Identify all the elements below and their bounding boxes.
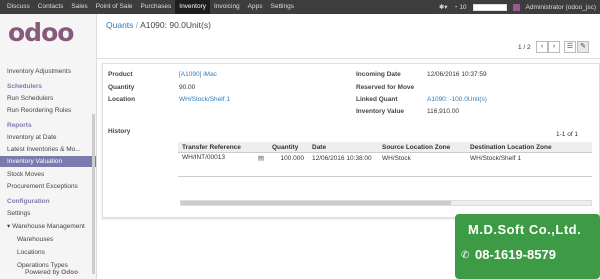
pager-previous-button[interactable]: ‹ (536, 41, 548, 53)
col-quantity[interactable]: Quantity (268, 142, 308, 153)
cell-quantity: 100.000 (280, 154, 305, 162)
sidebar-item-latest-inventories[interactable]: Latest Inventories & Mo... (0, 144, 96, 155)
breadcrumb-separator: / (135, 20, 139, 30)
sidebar-head-schedulers: Schedulers (7, 83, 43, 90)
scrollbar-thumb[interactable] (181, 201, 451, 205)
sidebar-item-settings[interactable]: Settings (0, 208, 96, 219)
sidebar-item-inventory-adjustments[interactable]: Inventory Adjustments (0, 66, 96, 77)
incoming-date-label: Incoming Date (356, 71, 401, 78)
menu-purchases[interactable]: Purchases (137, 0, 176, 14)
chat-icon[interactable]: ◔ 10 (454, 4, 467, 11)
linked-quant-label: Linked Quant (356, 96, 398, 103)
horizontal-scrollbar[interactable] (180, 200, 592, 206)
powered-by-brand[interactable]: Odoo (61, 269, 78, 276)
phone-icon: ✆ (461, 250, 470, 261)
menu-inventory[interactable]: Inventory (175, 0, 211, 14)
breadcrumb: Quants / A1090: 90.0Unit(s) (106, 20, 211, 30)
main-menu: Discuss Contacts Sales Point of Sale Pur… (3, 0, 298, 14)
pager-value[interactable]: 1 / 2 (518, 44, 531, 51)
user-menu[interactable]: Administrator (odoo_jsc) (526, 4, 596, 11)
quantity-label: Quantity (108, 84, 135, 91)
menu-apps[interactable]: Apps (244, 0, 267, 14)
history-label: History (108, 128, 131, 135)
sidebar-item-procurement-exceptions[interactable]: Procurement Exceptions (0, 181, 96, 192)
menu-settings[interactable]: Settings (267, 0, 299, 14)
breadcrumb-quants[interactable]: Quants (106, 20, 133, 30)
sidebar: odoo Inventory Adjustments Schedulers Ru… (0, 14, 97, 279)
powered-by: Powered by Odoo (25, 269, 78, 276)
quantity-field: 90.00 (179, 84, 196, 91)
menu-point-of-sale[interactable]: Point of Sale (92, 0, 137, 14)
sidebar-item-run-schedulers[interactable]: Run Schedulers (0, 93, 96, 104)
sidebar-item-label: Warehouse Management (12, 223, 85, 230)
sidebar-item-inventory-valuation[interactable]: Inventory Valuation (0, 156, 96, 167)
logo-text: odoo (8, 18, 74, 47)
incoming-date-field: 12/06/2016 10:37:59 (427, 71, 487, 78)
form-sheet (102, 63, 600, 218)
col-source-location-zone[interactable]: Source Location Zone (378, 142, 466, 153)
reserved-for-move-label: Reserved for Move (356, 84, 415, 91)
sidebar-item-warehouses[interactable]: Warehouses (0, 234, 96, 245)
history-pager[interactable]: 1-1 of 1 (556, 131, 578, 138)
systray: ✱▾ ◔ 10 Administrator (odoo_jsc) (439, 0, 596, 14)
product-label: Product (108, 71, 133, 78)
location-label: Location (108, 96, 136, 103)
transfer-reference-value: WH/INT/00013 (182, 154, 225, 161)
history-table: Transfer Reference Quantity Date Source … (178, 142, 592, 163)
table-footer-divider (178, 176, 592, 177)
odoo-logo[interactable]: odoo (8, 18, 74, 48)
menu-invoicing[interactable]: Invoicing (210, 0, 244, 14)
pager-next-button[interactable]: › (548, 41, 560, 53)
cell-source-location: WH/Stock (382, 154, 411, 162)
table-row[interactable]: WH/INT/00013 ▤ 100.000 12/06/2016 10:38:0… (178, 153, 592, 164)
sidebar-scrollbar[interactable] (92, 114, 95, 274)
location-field[interactable]: WH/Stock/Shelf 1 (179, 96, 230, 103)
company-phone: 08-1619-8579 (475, 247, 556, 262)
inventory-value-field: 116,910.00 (427, 108, 460, 115)
sidebar-item-locations[interactable]: Locations (0, 247, 96, 258)
top-navbar: Discuss Contacts Sales Point of Sale Pur… (0, 0, 600, 14)
cell-transfer-reference: WH/INT/00013 ▤ (178, 153, 268, 164)
activity-progress-bar (472, 3, 507, 11)
notification-count: 10 (459, 3, 467, 11)
list-view-icon[interactable]: ☰ (564, 41, 576, 53)
cell-date: 12/06/2016 10:38:00 (312, 154, 372, 162)
bug-icon[interactable]: ✱▾ (439, 3, 448, 11)
table-header-row: Transfer Reference Quantity Date Source … (178, 142, 592, 153)
sidebar-item-run-reordering-rules[interactable]: Run Reordering Rules (0, 105, 96, 116)
col-transfer-reference[interactable]: Transfer Reference (178, 142, 268, 153)
sidebar-item-warehouse-management[interactable]: ▾ Warehouse Management (0, 221, 96, 232)
company-name: M.D.Soft Co.,Ltd. (468, 222, 582, 237)
document-icon[interactable]: ▤ (258, 154, 264, 162)
page-title: A1090: 90.0Unit(s) (140, 20, 211, 30)
sidebar-item-stock-moves[interactable]: Stock Moves (0, 169, 96, 180)
menu-contacts[interactable]: Contacts (34, 0, 68, 14)
menu-discuss[interactable]: Discuss (3, 0, 34, 14)
inventory-value-label: Inventory Value (356, 108, 405, 115)
powered-by-text: Powered by (25, 269, 60, 276)
cell-destination-location: WH/Stock/Shelf 1 (470, 154, 521, 162)
menu-sales[interactable]: Sales (67, 0, 91, 14)
form-view-icon[interactable]: ✎ (577, 41, 589, 53)
avatar[interactable] (512, 3, 520, 11)
divider (96, 58, 600, 59)
col-destination-location-zone[interactable]: Destination Location Zone (466, 142, 592, 153)
company-watermark-banner: M.D.Soft Co.,Ltd. ✆ 08-1619-8579 (455, 214, 600, 279)
sidebar-head-reports: Reports (7, 122, 32, 129)
product-field[interactable]: [A1090] iMac (179, 71, 217, 78)
linked-quant-field[interactable]: A1090: -100.0Unit(s) (427, 96, 487, 103)
sidebar-head-configuration: Configuration (7, 198, 50, 205)
sidebar-item-inventory-at-date[interactable]: Inventory at Date (0, 132, 96, 143)
col-date[interactable]: Date (308, 142, 378, 153)
